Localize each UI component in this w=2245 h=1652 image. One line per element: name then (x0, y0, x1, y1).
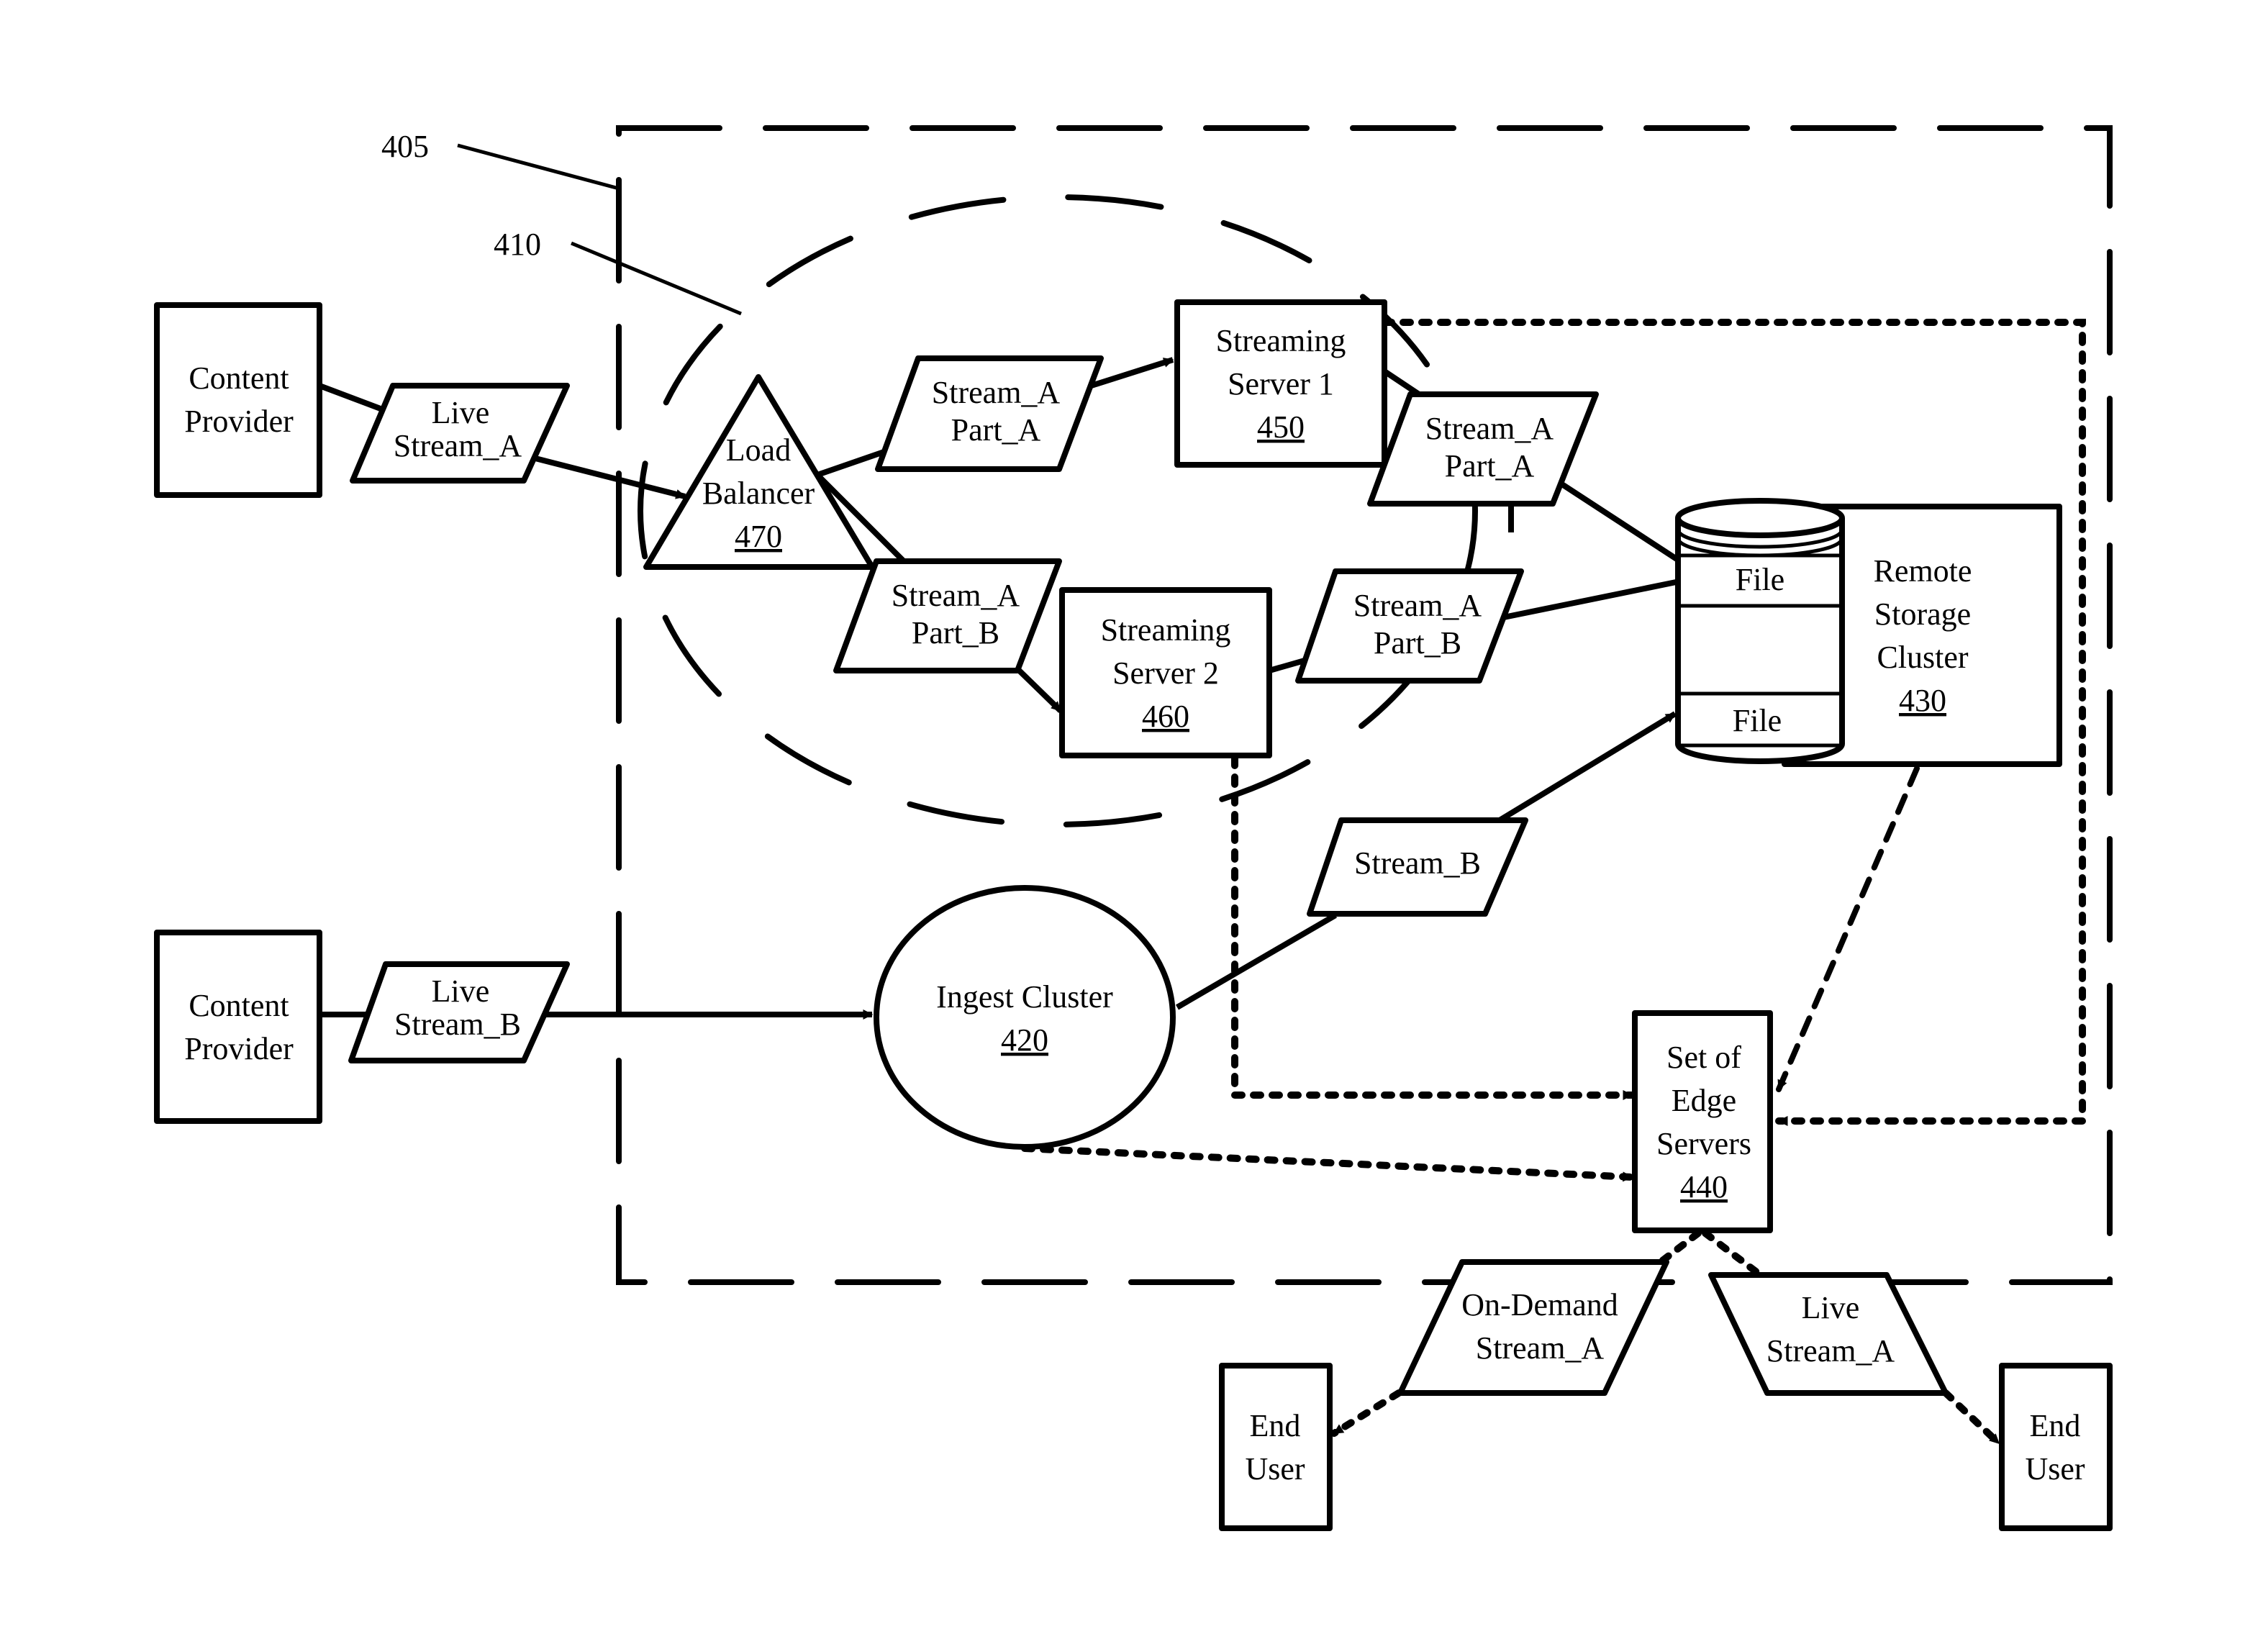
stream-a-part-a-2-line1: Stream_A (1425, 411, 1554, 446)
stream-a-part-b-1-line2: Part_B (912, 615, 999, 650)
end-user-left[interactable]: End User (1219, 1363, 1333, 1531)
remote-storage-line1: Remote (1874, 553, 1972, 589)
live-stream-a-out-line2: Stream_A (1766, 1333, 1895, 1369)
callout-405-label: 405 (381, 129, 429, 164)
data-live-stream-a-in[interactable]: Live Stream_A (350, 383, 570, 484)
load-balancer-ref: 470 (735, 519, 782, 554)
edge-servers-line2: Edge (1672, 1083, 1736, 1118)
stream-a-part-a-1-line1: Stream_A (932, 375, 1061, 410)
ingest-cluster-ref: 420 (1001, 1022, 1048, 1058)
edge-servers[interactable]: Set of Edge Servers 440 (1632, 1010, 1773, 1233)
network-diagram: 405 410 Content Provider Content Provide… (154, 125, 2113, 1531)
streaming-server-1-line2: Server 1 (1228, 366, 1334, 401)
stream-b-line1: Stream_B (1354, 845, 1481, 881)
data-stream-b[interactable]: Stream_B (1307, 817, 1528, 917)
load-balancer[interactable]: Load Balancer 470 (643, 374, 875, 570)
edge-servers-ref: 440 (1680, 1169, 1728, 1204)
data-stream-a-part-b-2[interactable]: Stream_A Part_B (1295, 568, 1524, 684)
content-provider-b[interactable]: Content Provider (154, 930, 322, 1124)
edge-part-a2-to-storage (1552, 476, 1689, 568)
end-user-right[interactable]: End User (1999, 1363, 2113, 1531)
ingest-cluster[interactable]: Ingest Cluster 420 (874, 885, 1176, 1150)
edge-servers-line1: Set of (1666, 1040, 1741, 1075)
stream-a-part-a-1-line2: Part_A (951, 412, 1041, 448)
streaming-server-1-ref: 450 (1257, 409, 1305, 445)
live-stream-a-out-line1: Live (1802, 1290, 1860, 1325)
edge-servers-line3: Servers (1656, 1126, 1751, 1161)
live-stream-b-in-line1: Live (432, 974, 490, 1009)
edge-live-a-to-lb (532, 455, 686, 499)
data-live-stream-a-out[interactable]: Live Stream_A (1708, 1272, 1949, 1396)
streaming-server-2[interactable]: Streaming Server 2 460 (1059, 587, 1272, 758)
on-demand-line2: Stream_A (1476, 1330, 1605, 1366)
content-provider-a[interactable]: Content Provider (154, 302, 322, 498)
edge-ondemand-to-user-left (1330, 1389, 1402, 1437)
content-provider-b-line2: Provider (184, 1031, 294, 1066)
edge-edge-to-live-out (1702, 1230, 1762, 1277)
data-stream-a-part-b-1[interactable]: Stream_A Part_B (833, 558, 1062, 673)
storage-file-1: File (1736, 562, 1784, 597)
load-balancer-line2: Balancer (702, 476, 815, 511)
content-provider-a-line2: Provider (184, 404, 294, 439)
edge-storage-to-edge (1776, 766, 1920, 1092)
streaming-server-2-line1: Streaming (1101, 612, 1231, 648)
live-stream-a-in-line1: Live (432, 395, 490, 430)
edge-ingest-to-stream-b (1175, 912, 1338, 1010)
live-stream-b-in-line2: Stream_B (394, 1007, 521, 1042)
edge-stream-b-to-storage (1497, 711, 1677, 823)
edge-live-out-to-user-right (1942, 1389, 2003, 1447)
edge-ss2-to-edge (1231, 755, 1636, 1100)
edge-ingest-to-edge (1021, 1145, 1636, 1182)
data-stream-a-part-a-1[interactable]: Stream_A Part_A (875, 355, 1104, 472)
callout-410-label: 410 (494, 227, 541, 262)
load-balancer-line1: Load (726, 432, 791, 468)
stream-a-part-a-2-line2: Part_A (1445, 448, 1535, 484)
remote-storage-ref: 430 (1899, 683, 1946, 718)
end-user-right-line1: End (2030, 1408, 2081, 1443)
end-user-left-line2: User (1245, 1451, 1305, 1487)
end-user-left-line1: End (1250, 1408, 1301, 1443)
live-stream-a-in-line2: Stream_A (394, 428, 522, 463)
on-demand-line1: On-Demand (1461, 1287, 1618, 1322)
streaming-server-2-line2: Server 2 (1112, 655, 1219, 691)
edge-part-b2-to-storage (1496, 576, 1688, 622)
content-provider-a-line1: Content (189, 360, 289, 396)
streaming-server-1[interactable]: Streaming Server 1 450 (1174, 299, 1387, 468)
end-user-right-line2: User (2025, 1451, 2085, 1487)
streaming-server-2-ref: 460 (1142, 699, 1189, 734)
stream-a-part-b-2-line2: Part_B (1374, 625, 1461, 661)
ingest-cluster-line1: Ingest Cluster (936, 979, 1113, 1015)
streaming-server-1-line1: Streaming (1216, 323, 1346, 358)
remote-storage-line2: Storage (1874, 596, 1971, 632)
callout-405: 405 (381, 129, 620, 191)
remote-storage-line3: Cluster (1877, 640, 1968, 675)
stream-a-part-b-2-line1: Stream_A (1353, 588, 1482, 623)
data-stream-a-part-a-2[interactable]: Stream_A Part_A (1367, 391, 1599, 507)
data-live-stream-b-in[interactable]: Live Stream_B (348, 961, 570, 1063)
content-provider-b-line1: Content (189, 988, 289, 1023)
storage-file-2: File (1733, 703, 1782, 738)
stream-a-part-b-1-line1: Stream_A (892, 578, 1020, 613)
